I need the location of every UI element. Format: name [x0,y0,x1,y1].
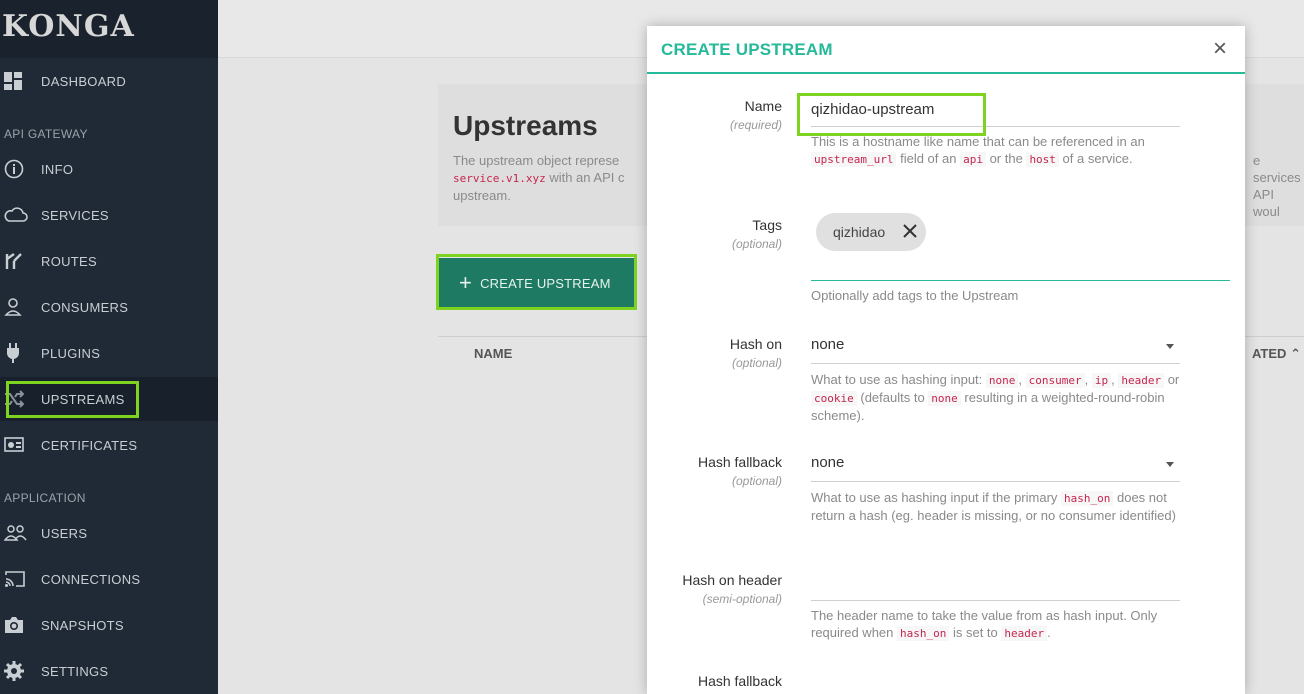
name-help-text: This is a hostname like name that can be… [811,134,1145,167]
cloud-icon [0,207,32,223]
camera-icon [0,616,32,634]
sidebar-item-info[interactable]: INFO [0,147,218,191]
chevron-down-icon [1166,462,1174,467]
sidebar-item-label: SNAPSHOTS [41,617,124,633]
tag-chip[interactable]: qizhidao [816,213,926,251]
create-upstream-modal: CREATE UPSTREAM × Name (required) qizhida… [647,26,1245,694]
hash-on-select[interactable]: none [811,331,1180,364]
highlight-create-button [436,254,637,310]
sidebar-item-routes[interactable]: ROUTES [0,239,218,283]
hash-on-help-text: What to use as hashing input: none, cons… [811,372,1180,423]
hash-fallback-help-text: What to use as hashing input if the prim… [811,490,1176,523]
chevron-down-icon [1166,344,1174,349]
plug-icon [0,343,32,363]
close-icon[interactable]: × [1213,35,1227,63]
certificate-icon [0,436,32,454]
konga-logo[interactable]: KONGA [0,0,218,58]
page-description: The upstream object represe service.v1.x… [453,153,625,203]
column-header-created[interactable]: ATED ⌃ [1252,346,1301,362]
sidebar-item-connections[interactable]: CONNECTIONS [0,557,218,601]
sidebar-item-label: SETTINGS [41,663,109,679]
sidebar-item-plugins[interactable]: PLUGINS [0,331,218,375]
hash-header-input[interactable] [811,568,1180,601]
cast-icon [0,570,32,588]
highlight-upstreams [6,381,139,418]
person-icon [0,298,32,316]
tags-label: Tags (optional) [731,217,782,251]
sidebar-item-label: CONSUMERS [41,299,129,315]
hash-fallback-select[interactable]: none [811,449,1180,482]
tag-chip-label: qizhidao [833,224,886,240]
page-description-overflow: e services API woul [1253,153,1301,219]
sidebar-item-dashboard[interactable]: DASHBOARD [0,59,218,103]
sidebar-item-services[interactable]: SERVICES [0,193,218,237]
modal-header: CREATE UPSTREAM × [647,26,1245,74]
hash-header-label: Hash on header (semi-optional) [682,572,782,606]
dashboard-icon [0,72,32,90]
name-label: Name (required) [729,98,782,132]
sidebar-item-label: DASHBOARD [41,73,127,89]
hash-fallback-label: Hash fallback (optional) [697,454,782,488]
page-title: Upstreams [453,110,598,141]
sidebar-item-label: PLUGINS [41,345,101,361]
tags-help-text: Optionally add tags to the Upstream [811,288,1019,303]
sidebar-item-label: SERVICES [41,207,109,223]
sidebar-item-label: CONNECTIONS [41,571,141,587]
column-header-name[interactable]: NAME [474,346,512,361]
hash-on-label: Hash on (optional) [729,336,782,370]
sidebar-item-certificates[interactable]: CERTIFICATES [0,423,218,467]
sidebar-item-users[interactable]: USERS [0,511,218,555]
sidebar-item-consumers[interactable]: CONSUMERS [0,285,218,329]
section-api-gateway: API GATEWAY [4,127,88,141]
hash-header-help-text: The header name to take the value from a… [811,608,1158,641]
sidebar-item-label: INFO [41,161,74,177]
highlight-name-input [797,93,986,136]
users-icon [0,525,32,541]
sidebar: KONGA DASHBOARD API GATEWAY INFO SERVICE… [0,0,218,694]
sort-up-icon: ⌃ [1290,346,1301,361]
sidebar-item-snapshots[interactable]: SNAPSHOTS [0,603,218,647]
remove-tag-icon[interactable] [902,223,918,242]
tags-input-underline[interactable] [811,280,1230,281]
section-application: APPLICATION [4,491,86,505]
sidebar-item-label: ROUTES [41,253,97,269]
hash-fallback-header-label: Hash fallback [697,673,782,689]
sidebar-item-label: USERS [41,525,88,541]
routes-icon [0,251,32,271]
sidebar-item-settings[interactable]: SETTINGS [0,649,218,693]
modal-title: CREATE UPSTREAM [661,40,833,59]
gear-icon [0,661,32,681]
sidebar-item-label: CERTIFICATES [41,437,138,453]
info-icon [0,159,32,179]
